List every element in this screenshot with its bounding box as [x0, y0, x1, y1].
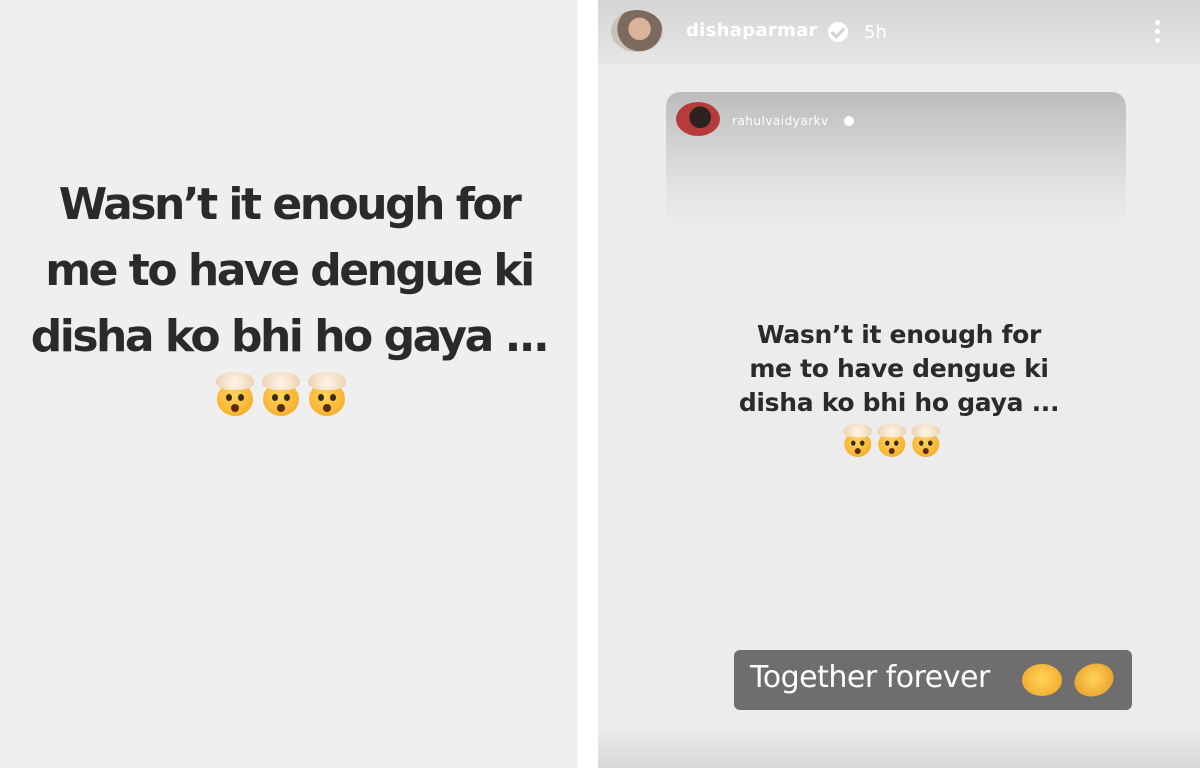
right-story-panel: dishaparmar 5h rahulvaidyarkv Wasn’t it … — [598, 0, 1200, 768]
bottom-gradient — [598, 726, 1200, 768]
exploding-head-icon — [842, 424, 872, 457]
melting-face-icon — [1022, 664, 1062, 696]
reshared-emoji-row — [842, 424, 942, 457]
avatar[interactable] — [611, 10, 663, 52]
emoji-row — [214, 372, 348, 416]
reshared-text-line-2: me to have dengue ki — [749, 354, 1049, 383]
story-header: dishaparmar 5h — [598, 0, 1200, 64]
rofl-icon — [1069, 658, 1119, 702]
story-text-line-2: me to have dengue ki — [45, 245, 535, 296]
exploding-head-icon — [214, 372, 256, 416]
verified-badge-icon — [844, 116, 854, 126]
more-vertical-icon[interactable] — [1150, 18, 1164, 46]
exploding-head-icon — [910, 424, 940, 457]
caption-sticker: Together forever — [734, 650, 1132, 710]
reshared-username[interactable]: rahulvaidyarkv — [732, 114, 829, 128]
reshared-story-text: Wasn’t it enough for me to have dengue k… — [598, 318, 1200, 420]
username[interactable]: dishaparmar — [686, 20, 818, 41]
reshared-text-line-3: disha ko bhi ho gaya ... — [738, 388, 1060, 417]
exploding-head-icon — [260, 372, 302, 416]
story-text: Wasn’t it enough for me to have dengue k… — [0, 172, 578, 370]
story-text-line-3: disha ko bhi ho gaya ... — [30, 311, 550, 362]
verified-badge-icon — [828, 22, 848, 42]
reshared-post-card[interactable]: rahulvaidyarkv — [666, 92, 1126, 232]
left-story-panel: Wasn’t it enough for me to have dengue k… — [0, 0, 578, 768]
exploding-head-icon — [876, 424, 906, 457]
reshared-avatar[interactable] — [676, 102, 720, 136]
exploding-head-icon — [306, 372, 348, 416]
reshared-text-line-1: Wasn’t it enough for — [756, 320, 1042, 349]
story-text-line-1: Wasn’t it enough for — [58, 179, 522, 230]
caption-text: Together forever — [750, 660, 990, 695]
time-ago: 5h — [864, 22, 887, 43]
